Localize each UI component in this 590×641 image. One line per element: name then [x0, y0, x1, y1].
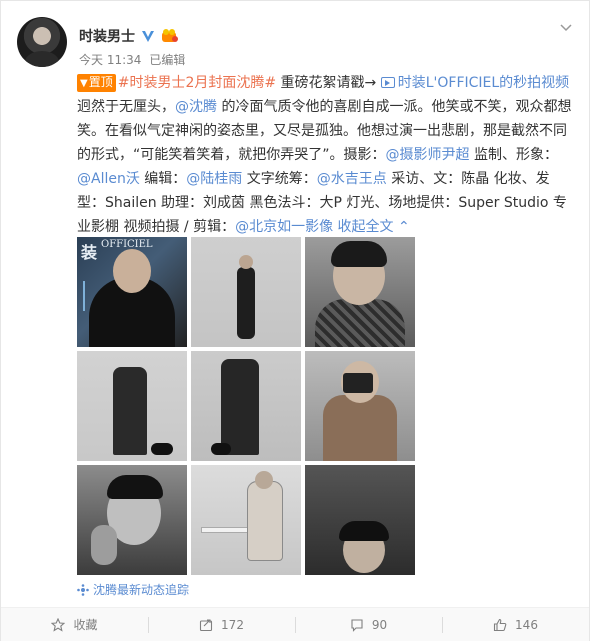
figure: [113, 367, 147, 455]
collapse-link[interactable]: 收起全文: [338, 219, 394, 235]
mention-photographer[interactable]: @摄影师尹超: [386, 147, 470, 163]
pinned-tag: ▼置顶: [77, 74, 116, 92]
star-icon: [51, 617, 66, 632]
photo-thumbnail[interactable]: [191, 465, 301, 575]
like-button[interactable]: 146: [442, 608, 589, 641]
magazine-brand: OFFICIEL: [101, 239, 153, 250]
edited-label[interactable]: 已编辑: [149, 51, 185, 68]
lead-text: 重磅花絮请戳→: [276, 75, 381, 91]
figure-head: [239, 255, 253, 269]
pinned-label: 置顶: [88, 75, 113, 89]
follow-topic-label[interactable]: 沈腾最新动态追踪: [93, 581, 189, 598]
repost-count: 172: [221, 617, 244, 632]
figure: [315, 299, 405, 347]
photo-thumbnail[interactable]: [77, 351, 187, 461]
comment-button[interactable]: 90: [295, 608, 442, 641]
photo-thumbnail[interactable]: [77, 465, 187, 575]
post-meta: 今天 11:34 已编辑: [79, 51, 185, 68]
favorite-button[interactable]: 收藏: [1, 608, 148, 641]
chevron-down-icon[interactable]: [559, 21, 573, 35]
photo-thumbnail[interactable]: [191, 237, 301, 347]
photo-thumbnail[interactable]: [305, 237, 415, 347]
figure-hair: [339, 521, 389, 541]
avatar[interactable]: [17, 17, 67, 67]
figure: [323, 395, 397, 461]
mention-writer[interactable]: @水吉王点: [317, 171, 387, 187]
topic-icon: [77, 583, 89, 596]
video-icon: [380, 77, 395, 88]
member-badge-icon[interactable]: [161, 28, 179, 44]
figure-hair: [331, 241, 387, 267]
comment-count: 90: [371, 617, 388, 632]
cover-lines: [83, 281, 109, 311]
repost-icon: [199, 618, 213, 631]
photo-grid: 装 OFFICIEL: [77, 237, 415, 575]
mention-video[interactable]: @北京如一影像: [235, 219, 333, 235]
figure-hand: [91, 525, 117, 565]
comment-icon: [351, 618, 363, 632]
body-text-3: 监制、形象：: [469, 147, 558, 163]
figure-head: [113, 249, 151, 293]
post-text: ▼置顶 #时装男士2月封面沈腾# 重磅花絮请戳→ 时装L'OFFICIEL的秒拍视…: [77, 71, 577, 239]
favorite-label: 收藏: [73, 618, 98, 632]
post-time[interactable]: 今天 11:34: [79, 51, 141, 68]
like-count: 146: [515, 617, 538, 632]
photo-thumbnail[interactable]: 装 OFFICIEL: [77, 237, 187, 347]
photo-thumbnail[interactable]: [305, 351, 415, 461]
magazine-title: 装: [81, 243, 98, 262]
figure: [221, 359, 259, 455]
dog: [211, 443, 231, 455]
pin-icon: ▼: [80, 78, 88, 89]
action-bar: 收藏 172 90 146: [1, 607, 589, 641]
follow-topic-link[interactable]: 沈腾最新动态追踪: [77, 581, 189, 598]
mention-shenteng[interactable]: @沈腾: [175, 99, 217, 115]
figure: [247, 481, 283, 561]
weibo-post-card: 时装男士 今天 11:34 已编辑 ▼置顶 #时装男士2月封面沈腾# 重磅花絮请戳…: [0, 0, 590, 641]
photo-thumbnail[interactable]: [305, 465, 415, 575]
figure-head: [255, 471, 273, 489]
body-text-1: 迥然于无厘头，: [77, 99, 175, 115]
body-text-4: 编辑：: [139, 171, 187, 187]
thumbs-up-icon: [493, 618, 507, 631]
verified-icon: [142, 31, 154, 42]
body-text-5: 文字统筹：: [242, 171, 317, 187]
dog: [151, 443, 173, 455]
photo-thumbnail[interactable]: [191, 351, 301, 461]
hashtag-link[interactable]: #时装男士2月封面沈腾#: [118, 75, 276, 91]
author-row: 时装男士: [79, 26, 179, 46]
mention-allen[interactable]: @Allen沃: [77, 171, 140, 187]
author-name[interactable]: 时装男士: [79, 26, 135, 46]
video-link[interactable]: 时装L'OFFICIEL的秒拍视频: [398, 75, 569, 91]
camera: [343, 373, 373, 393]
figure: [237, 267, 255, 339]
repost-button[interactable]: 172: [148, 608, 295, 641]
mention-editor[interactable]: @陆桂雨: [186, 171, 242, 187]
figure-hair: [107, 475, 163, 499]
chevron-up-icon[interactable]: ⌃: [398, 219, 410, 235]
